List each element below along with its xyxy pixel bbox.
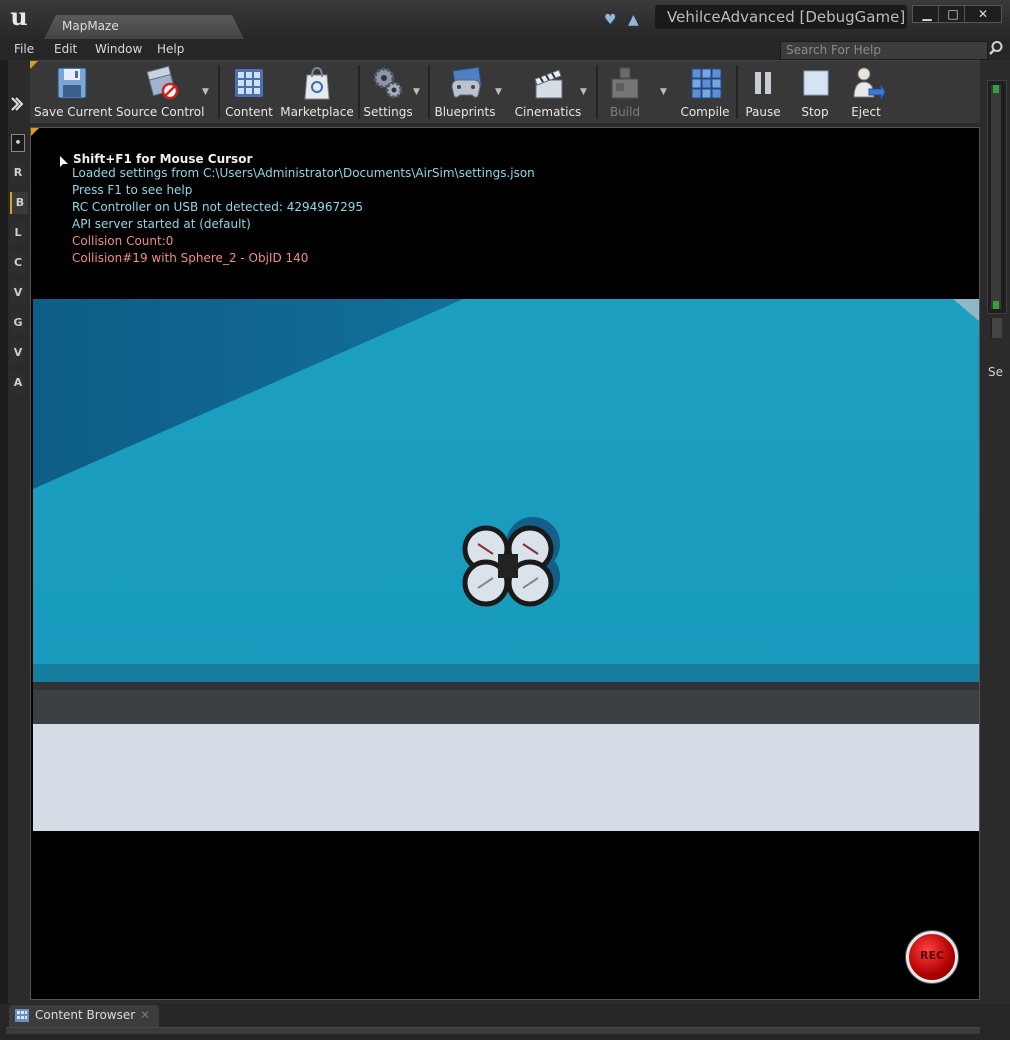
bottom-splitter [6, 1027, 980, 1034]
toolbar-separator [428, 65, 430, 119]
title-notification-area: ♥ ▲ [604, 12, 648, 30]
project-title: VehilceAdvanced [DebugGame] [667, 8, 906, 26]
mode-tab-l[interactable]: L [10, 222, 26, 244]
panel-resize-handle[interactable] [990, 318, 1002, 338]
settings-button[interactable]: Settings [362, 61, 414, 123]
toolbar-separator [218, 65, 220, 119]
toolbar-separator [358, 65, 360, 119]
compile-label: Compile [680, 105, 730, 119]
pause-button[interactable]: Pause [740, 61, 786, 123]
build-label: Build [609, 105, 641, 119]
toolbar-separator [596, 65, 598, 119]
gears-icon [371, 65, 405, 101]
menu-edit[interactable]: Edit [54, 42, 77, 56]
marketplace-button[interactable]: Marketplace [280, 61, 354, 123]
mode-tab-r[interactable]: R [10, 162, 26, 184]
toolbar-separator [736, 65, 738, 119]
eject-button[interactable]: Eject [842, 61, 890, 123]
source-control-button[interactable]: Source Control [116, 61, 204, 123]
log-line: Collision#19 with Sphere_2 - ObjID 140 [72, 251, 309, 265]
chat-bubble-icon[interactable]: ♥ [604, 12, 620, 28]
unreal-logo-icon: u [10, 2, 28, 31]
project-title-box: VehilceAdvanced [DebugGame] [655, 5, 907, 29]
source-control-icon [143, 65, 179, 101]
mode-tab-placement[interactable]: • [11, 134, 25, 152]
marketplace-bag-icon [300, 65, 334, 101]
left-edge [0, 60, 8, 1010]
main-toolbar: Save Current Source Control ▼ Content Ma… [30, 60, 980, 123]
content-browser-tab[interactable]: Content Browser [9, 1005, 159, 1027]
eject-label: Eject [851, 105, 881, 119]
close-tab-icon[interactable]: ✕ [140, 1008, 152, 1022]
gamepad-icon [448, 65, 482, 101]
cinematics-button[interactable]: Cinematics [510, 61, 586, 123]
right-scrollbar[interactable] [987, 80, 1007, 314]
scene-render [33, 299, 979, 831]
stop-icon [798, 65, 832, 101]
menu-file[interactable]: File [14, 42, 34, 56]
level-tab-label: MapMaze [62, 19, 119, 33]
mode-tab-b[interactable]: B [10, 192, 28, 214]
log-line: RC Controller on USB not detected: 42949… [72, 200, 364, 214]
marketplace-label: Marketplace [280, 105, 354, 119]
right-panel-label: Se [988, 365, 1003, 379]
stop-button[interactable]: Stop [792, 61, 838, 123]
log-line: Collision Count:0 [72, 234, 174, 248]
lower-floor [33, 724, 979, 831]
settings-dropdown-icon[interactable]: ▼ [413, 87, 423, 97]
blueprints-button[interactable]: Blueprints [432, 61, 498, 123]
close-button[interactable]: ✕ [964, 5, 1002, 23]
log-line: Press F1 to see help [72, 183, 193, 197]
scrollbar-thumb[interactable] [991, 85, 1001, 309]
help-search-placeholder: Search For Help [786, 43, 881, 57]
mode-tab-g[interactable]: G [10, 312, 26, 334]
settings-label: Settings [363, 105, 413, 119]
content-browser-icon [15, 1009, 29, 1022]
floppy-disk-icon [55, 65, 89, 101]
log-line: Loaded settings from C:\Users\Administra… [72, 166, 535, 180]
record-button[interactable]: REC [906, 931, 958, 983]
mode-tab-c[interactable]: C [10, 252, 26, 274]
log-line: API server started at (default) [72, 217, 251, 231]
build-blocks-icon [608, 65, 642, 101]
log-header: Shift+F1 for Mouse Cursor [73, 152, 253, 166]
search-icon[interactable] [988, 40, 1006, 58]
graduation-cap-icon[interactable]: ▲ [628, 12, 644, 28]
compile-cubes-icon [688, 65, 722, 101]
content-button[interactable]: Content [222, 61, 276, 123]
pause-label: Pause [745, 105, 781, 119]
scroll-indicator [993, 85, 999, 93]
cinematics-label: Cinematics [514, 105, 582, 119]
clapperboard-icon [531, 65, 565, 101]
build-button[interactable]: Build [600, 61, 650, 123]
mode-tab-v[interactable]: V [10, 282, 26, 304]
scroll-indicator [993, 301, 999, 309]
content-grid-icon [232, 65, 266, 101]
pause-icon [746, 65, 780, 101]
save-current-button[interactable]: Save Current [34, 61, 113, 123]
mode-tab-a[interactable]: A [10, 372, 26, 394]
level-tab[interactable]: MapMaze [44, 15, 244, 39]
help-search-input[interactable]: Search For Help [780, 41, 988, 60]
content-label: Content [225, 105, 273, 119]
content-browser-label: Content Browser [35, 1008, 136, 1022]
blueprints-dropdown-icon[interactable]: ▼ [495, 87, 505, 97]
blueprints-label: Blueprints [434, 105, 496, 119]
source-control-label: Source Control [116, 105, 205, 119]
stop-label: Stop [801, 105, 829, 119]
mode-tab-v2[interactable]: V [10, 342, 26, 364]
mouse-cursor-icon [59, 153, 69, 167]
menu-window[interactable]: Window [95, 42, 142, 56]
compile-button[interactable]: Compile [676, 61, 734, 123]
game-viewport[interactable]: Shift+F1 for Mouse Cursor Loaded setting… [30, 127, 980, 1000]
cinematics-dropdown-icon[interactable]: ▼ [580, 87, 590, 97]
menu-help[interactable]: Help [157, 42, 184, 56]
save-current-label: Save Current [34, 105, 113, 119]
expand-panel-icon[interactable] [8, 96, 26, 116]
build-dropdown-icon[interactable]: ▼ [660, 87, 670, 97]
record-label: REC [919, 949, 945, 962]
eject-person-icon [849, 65, 886, 101]
source-control-dropdown-icon[interactable]: ▼ [202, 87, 212, 97]
